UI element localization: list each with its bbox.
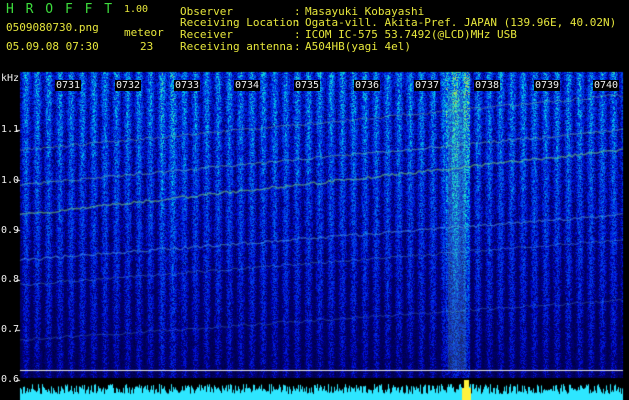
frequency-label: 0.9: [1, 225, 20, 236]
datetime: 05.09.08 07:30: [6, 40, 99, 53]
meteor-count: 23: [140, 40, 154, 53]
time-label: 0736: [354, 80, 381, 91]
info-sep: :: [294, 16, 301, 29]
info-value: A504HB(yagi 4el): [305, 40, 411, 53]
frequency-label: 0.7: [1, 324, 20, 335]
time-label: 0731: [55, 80, 82, 91]
info-sep: :: [294, 28, 301, 41]
time-label: 0739: [534, 80, 561, 91]
time-label: 0738: [474, 80, 501, 91]
info-label: Receiving Location: [180, 16, 300, 29]
time-label: 0735: [294, 80, 321, 91]
frequency-unit-label: kHz: [1, 73, 20, 84]
hrofft-window: H R O F F T 1.00 0509080730.png meteor 0…: [0, 0, 629, 400]
filename: 0509080730.png: [6, 21, 99, 34]
info-sep: :: [294, 40, 301, 53]
time-label: 0737: [414, 80, 441, 91]
time-label: 0733: [174, 80, 201, 91]
logo-text: H R O F F T: [6, 2, 115, 17]
info-label: Receiver: [180, 28, 233, 41]
time-label: 0740: [593, 80, 620, 91]
version: 1.00: [124, 4, 149, 15]
meteor-label: meteor: [124, 26, 164, 39]
frequency-label: 1.1: [1, 124, 20, 135]
info-label: Receiving antenna: [180, 40, 293, 53]
time-label: 0734: [234, 80, 261, 91]
info-value: Ogata-vill. Akita-Pref. JAPAN (139.96E, …: [305, 16, 617, 29]
info-value: ICOM IC-575 53.7492(@LCD)MHz USB: [305, 28, 517, 41]
frequency-label: 0.6: [1, 374, 20, 385]
spectrogram-canvas: [0, 0, 629, 400]
frequency-label: 0.8: [1, 274, 20, 285]
frequency-label: 1.0: [1, 175, 20, 186]
time-label: 0732: [115, 80, 142, 91]
